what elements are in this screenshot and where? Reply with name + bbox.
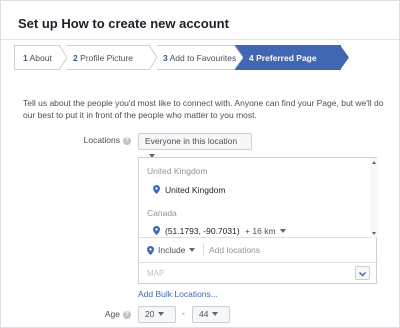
country-heading: United Kingdom [147, 166, 208, 176]
location-type-value: Everyone in this location [145, 136, 238, 146]
help-icon[interactable]: ? [123, 137, 131, 145]
age-label: Age [104, 309, 120, 319]
include-dropdown[interactable]: Include [158, 245, 196, 255]
chevron-down-icon [358, 271, 367, 277]
step-number: 3 [163, 53, 168, 63]
age-label-row: Age? [51, 309, 131, 319]
audience-description: Tell us about the people you'd most like… [23, 98, 384, 120]
map-label: MAP [147, 269, 165, 278]
step-add-to-favourites[interactable]: 3 Add to Favourites [157, 45, 237, 70]
setup-panel: Set up How to create new account 1 About… [0, 0, 400, 328]
page-title: Set up How to create new account [18, 16, 229, 31]
step-preferred-page-audience[interactable]: 4 Preferred Page Audience [243, 45, 341, 88]
step-label: Preferred Page Audience [249, 53, 317, 88]
location-pin-icon [147, 246, 154, 255]
step-about[interactable]: 1 About [14, 45, 60, 70]
country-heading: Canada [147, 208, 177, 218]
header-divider [1, 39, 399, 40]
locations-label-row: Locations? [51, 135, 131, 145]
map-row: MAP [139, 262, 378, 284]
include-row: Include Add locations [139, 240, 378, 260]
age-max-value: 44 [199, 309, 209, 319]
expand-map-button[interactable] [355, 266, 370, 280]
radius-value: + 16 km [245, 226, 276, 236]
help-icon[interactable]: ? [123, 311, 131, 319]
scrollbar[interactable] [370, 158, 378, 238]
selected-locations-list: United Kingdom United Kingdom Canada (51… [139, 158, 378, 238]
location-coordinates: (51.1793, -90.7031) [165, 226, 240, 236]
location-pin-icon [153, 185, 160, 194]
add-bulk-locations-link[interactable]: Add Bulk Locations... [138, 289, 218, 299]
add-locations-input[interactable]: Add locations [209, 245, 260, 255]
include-label: Include [158, 245, 186, 255]
age-separator: - [182, 308, 185, 318]
location-type-dropdown[interactable]: Everyone in this location [138, 133, 252, 158]
caret-down-icon [189, 248, 196, 252]
step-number: 1 [23, 53, 28, 63]
step-number: 4 [249, 53, 254, 63]
age-max-dropdown[interactable]: 44 [192, 306, 230, 323]
step-label: Profile Picture [80, 53, 134, 63]
step-wizard: 1 About 2 Profile Picture 3 Add to Favou… [14, 45, 350, 88]
caret-down-icon [212, 312, 219, 316]
step-active-arrow-icon [340, 45, 349, 70]
step-number: 2 [73, 53, 78, 63]
step-label: About [29, 53, 52, 63]
step-profile-picture[interactable]: 2 Profile Picture [67, 45, 150, 70]
locations-label: Locations [83, 135, 120, 145]
location-pin-icon [153, 226, 160, 235]
locations-box: United Kingdom United Kingdom Canada (51… [138, 157, 378, 284]
include-divider [203, 243, 204, 256]
caret-down-icon [158, 312, 165, 316]
location-item[interactable]: (51.1793, -90.7031) + 16 km [165, 226, 286, 236]
age-min-dropdown[interactable]: 20 [138, 306, 176, 323]
caret-down-icon [279, 229, 286, 233]
location-item[interactable]: United Kingdom [165, 185, 225, 195]
step-label: Add to Favourites [169, 53, 237, 63]
radius-selector[interactable]: + 16 km [245, 226, 286, 236]
age-min-value: 20 [145, 309, 155, 319]
